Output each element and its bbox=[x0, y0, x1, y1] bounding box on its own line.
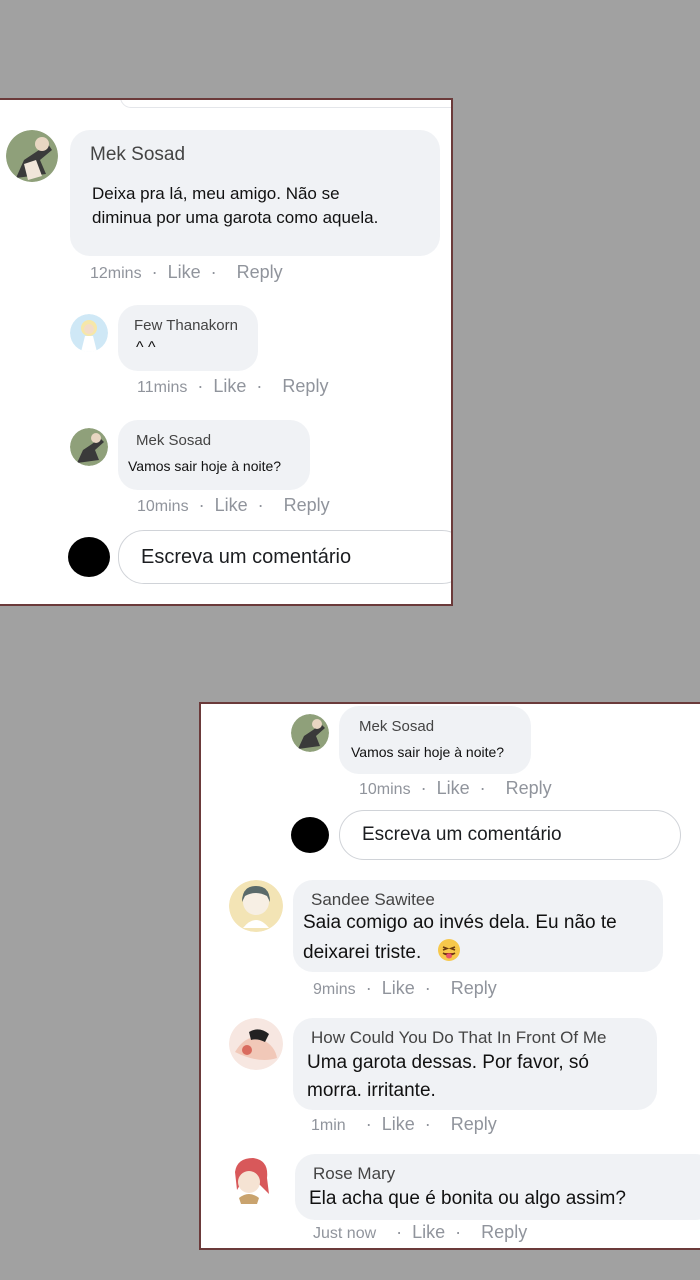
comment-timestamp: Just now bbox=[313, 1225, 377, 1242]
reply-text: ^ ^ bbox=[136, 339, 156, 356]
comment-text-line-2: deixarei triste. bbox=[303, 938, 461, 968]
separator-dot: · bbox=[198, 495, 205, 515]
separator-dot: · bbox=[365, 978, 372, 998]
comment-actions: 12mins · Like · Reply bbox=[90, 262, 283, 283]
reply-author[interactable]: Mek Sosad bbox=[136, 432, 211, 449]
comment-text-line-2: morra. irritante. bbox=[307, 1080, 436, 1101]
reply-button[interactable]: Reply bbox=[451, 978, 497, 999]
mek-sosad-avatar[interactable] bbox=[6, 130, 58, 182]
current-user-avatar bbox=[68, 537, 110, 577]
reply-bubble-mek-sosad: Mek Sosad Vamos sair hoje à noite? bbox=[339, 706, 531, 774]
reply-button[interactable]: Reply bbox=[481, 1222, 527, 1243]
rose-mary-avatar[interactable] bbox=[227, 1154, 273, 1204]
comment-input-placeholder: Escreva um comentário bbox=[362, 824, 562, 845]
separator-dot: · bbox=[365, 1114, 372, 1134]
comment-text-line-1: Saia comigo ao invés dela. Eu não te bbox=[303, 912, 617, 933]
reply-text: Vamos sair hoje à noite? bbox=[128, 458, 282, 474]
separator-dot: · bbox=[256, 376, 263, 396]
comment-author[interactable]: Sandee Sawitee bbox=[311, 890, 435, 910]
like-button[interactable]: Like bbox=[412, 1222, 445, 1243]
like-button[interactable]: Like bbox=[382, 1114, 415, 1135]
reply-text: Vamos sair hoje à noite? bbox=[351, 744, 505, 760]
reply-actions: 11mins · Like · Reply bbox=[137, 376, 328, 397]
separator-dot: · bbox=[420, 778, 427, 798]
comment-text-line-1: Uma garota dessas. Por favor, só bbox=[307, 1052, 589, 1073]
like-button[interactable]: Like bbox=[215, 495, 248, 516]
comment-input[interactable]: Escreva um comentário bbox=[339, 810, 681, 860]
separator-dot: · bbox=[197, 376, 204, 396]
like-button[interactable]: Like bbox=[213, 376, 246, 397]
comment-author[interactable]: Rose Mary bbox=[313, 1164, 395, 1184]
reply-author[interactable]: Few Thanakorn bbox=[134, 317, 238, 334]
reply-button[interactable]: Reply bbox=[282, 376, 328, 397]
comment-actions: Just now · Like · Reply bbox=[313, 1222, 527, 1243]
comment-timestamp: 12mins bbox=[90, 265, 142, 282]
reply-timestamp: 10mins bbox=[137, 498, 189, 515]
separator-dot: · bbox=[151, 262, 158, 282]
comment-text-line-1: Deixa pra lá, meu amigo. Não se bbox=[92, 184, 340, 203]
reply-bubble-few-thanakorn: Few Thanakorn ^ ^ bbox=[118, 305, 258, 371]
comment-bubble-mek-sosad: Mek Sosad Deixa pra lá, meu amigo. Não s… bbox=[70, 130, 440, 256]
comment-thread-panel-top: Mek Sosad Deixa pra lá, meu amigo. Não s… bbox=[0, 98, 453, 606]
separator-dot: · bbox=[396, 1222, 403, 1242]
reply-actions: 10mins · Like · Reply bbox=[137, 495, 330, 516]
comment-input-placeholder: Escreva um comentário bbox=[141, 545, 352, 568]
comment-thread-panel-bottom: Mek Sosad Vamos sair hoje à noite? 10min… bbox=[199, 702, 700, 1250]
mek-sosad-avatar[interactable] bbox=[291, 714, 329, 752]
current-user-avatar bbox=[291, 817, 329, 853]
comment-bubble-rose-mary: Rose Mary Ela acha que é bonita ou algo … bbox=[295, 1154, 700, 1220]
comment-actions: 9mins · Like · Reply bbox=[313, 978, 497, 999]
comment-text-line-2-text: deixarei triste. bbox=[303, 942, 422, 964]
comment-author[interactable]: Mek Sosad bbox=[90, 144, 185, 166]
like-button[interactable]: Like bbox=[382, 978, 415, 999]
reply-timestamp: 10mins bbox=[359, 781, 411, 798]
comment-text-line-2: diminua por uma garota como aquela. bbox=[92, 208, 379, 227]
separator-dot: · bbox=[257, 495, 264, 515]
reply-timestamp: 11mins bbox=[137, 379, 188, 396]
separator-dot: · bbox=[424, 1114, 431, 1134]
how-could-you-avatar[interactable] bbox=[229, 1018, 283, 1070]
comment-timestamp: 9mins bbox=[313, 981, 356, 998]
comment-author[interactable]: How Could You Do That In Front Of Me bbox=[311, 1028, 606, 1048]
separator-dot: · bbox=[210, 262, 217, 282]
like-button[interactable]: Like bbox=[168, 262, 201, 283]
mek-sosad-avatar[interactable] bbox=[70, 428, 108, 466]
reply-button[interactable]: Reply bbox=[237, 262, 283, 283]
previous-bubble-edge bbox=[120, 100, 451, 108]
comment-bubble-sandee-sawitee: Sandee Sawitee Saia comigo ao invés dela… bbox=[293, 880, 663, 972]
reply-button[interactable]: Reply bbox=[506, 778, 552, 799]
comment-bubble-how-could-you: How Could You Do That In Front Of Me Uma… bbox=[293, 1018, 657, 1110]
comment-input[interactable]: Escreva um comentário bbox=[118, 530, 451, 584]
separator-dot: · bbox=[424, 978, 431, 998]
comment-actions: 1min · Like · Reply bbox=[311, 1114, 497, 1135]
separator-dot: · bbox=[479, 778, 486, 798]
like-button[interactable]: Like bbox=[437, 778, 470, 799]
reply-bubble-mek-sosad: Mek Sosad Vamos sair hoje à noite? bbox=[118, 420, 310, 490]
separator-dot: · bbox=[455, 1222, 462, 1242]
reply-actions: 10mins · Like · Reply bbox=[359, 778, 552, 799]
comment-timestamp: 1min bbox=[311, 1117, 346, 1134]
few-thanakorn-avatar[interactable] bbox=[70, 314, 108, 352]
reply-button[interactable]: Reply bbox=[284, 495, 330, 516]
face-with-tongue-and-winking-eye-icon bbox=[437, 938, 461, 968]
comment-text: Ela acha que é bonita ou algo assim? bbox=[309, 1188, 626, 1209]
reply-button[interactable]: Reply bbox=[451, 1114, 497, 1135]
reply-author[interactable]: Mek Sosad bbox=[359, 718, 434, 735]
sandee-sawitee-avatar[interactable] bbox=[229, 880, 283, 932]
